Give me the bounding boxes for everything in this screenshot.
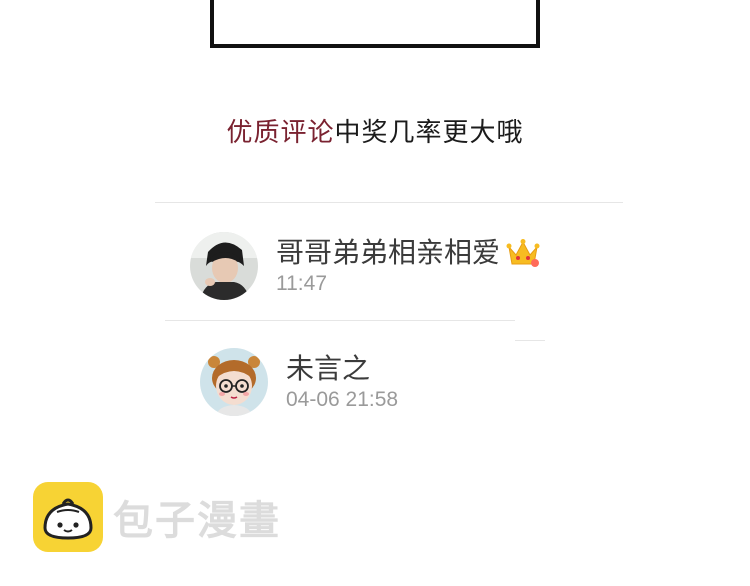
comment-time: 04-06 21:58 [286,388,399,411]
comment-item[interactable]: 哥哥弟弟相亲相爱 11:47 [190,232,540,300]
avatar-cartoon-icon [200,348,268,416]
comment-username[interactable]: 哥哥弟弟相亲相爱 [276,236,540,270]
promo-accent-text: 优质评论 [226,118,335,148]
promo-banner: 优质评论中奖几率更大哦 [0,112,750,149]
watermark-text: 包子漫畫 [113,498,281,544]
divider-middle-short [515,340,545,341]
divider-top [155,202,623,203]
bun-logo-icon [33,482,103,552]
comment-time: 11:47 [276,272,327,295]
avatar[interactable] [200,348,268,416]
avatar-photo-icon [190,232,258,300]
comment-username[interactable]: 未言之 [286,352,398,386]
comment-item[interactable]: 未言之 04-06 21:58 [200,348,398,416]
avatar[interactable] [190,232,258,300]
divider-middle [165,320,515,321]
watermark: 包子漫畫 [33,482,281,552]
crown-icon [506,238,540,268]
promo-rest-text: 中奖几率更大哦 [334,118,524,148]
top-panel-frame [210,0,540,48]
